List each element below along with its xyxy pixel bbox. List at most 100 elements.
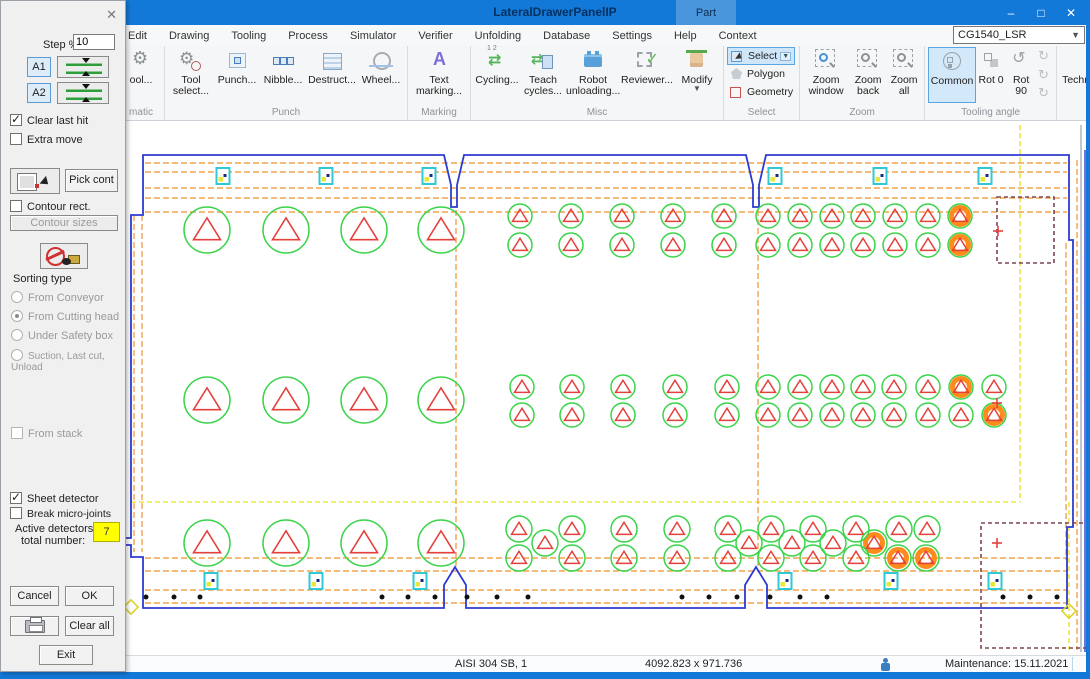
micro-joint-dot[interactable]	[735, 595, 740, 600]
exit-button[interactable]: Exit	[39, 645, 93, 665]
punch-hit-triangle[interactable]	[761, 408, 776, 420]
menu-verifier[interactable]: Verifier	[418, 30, 452, 42]
punch-hit-triangle[interactable]	[892, 522, 907, 534]
close-button[interactable]: ✕	[1056, 0, 1086, 25]
ribbon-button-modify[interactable]: Modify ▼	[674, 47, 720, 92]
punch-hit-large[interactable]	[184, 520, 230, 566]
minimize-button[interactable]: –	[996, 0, 1026, 25]
micro-joint-dot[interactable]	[680, 595, 685, 600]
punch-hit-small[interactable]	[851, 204, 875, 228]
punch-hit-triangle[interactable]	[785, 536, 800, 548]
punch-hit-triangle[interactable]	[513, 238, 528, 250]
punch-hit-triangle[interactable]	[668, 408, 683, 420]
punch-hit-triangle[interactable]	[351, 218, 378, 240]
punch-hit-small[interactable]	[663, 403, 687, 427]
title-bar[interactable]: LateralDrawerPanelIP Part – □ ✕	[0, 0, 1090, 25]
punch-hit-small[interactable]	[788, 204, 812, 228]
menu-help[interactable]: Help	[674, 30, 697, 42]
radio-from-cutting-head[interactable]: From Cutting head	[11, 310, 137, 323]
punch-hit-small[interactable]	[843, 516, 869, 542]
select-mode-button[interactable]: Select ▼	[727, 47, 795, 65]
punch-hit-triangle[interactable]	[826, 536, 841, 548]
micro-joint-dot[interactable]	[768, 595, 773, 600]
punch-hit-small[interactable]	[756, 233, 780, 257]
menu-settings[interactable]: Settings	[612, 30, 652, 42]
micro-joint-dot[interactable]	[526, 595, 531, 600]
a1-button[interactable]: A1	[27, 57, 51, 77]
sheet-detector[interactable]	[423, 168, 436, 184]
punch-hit-small[interactable]	[851, 403, 875, 427]
punch-hit-small[interactable]	[712, 204, 736, 228]
punch-hit-small[interactable]	[820, 403, 844, 427]
punch-hit-triangle[interactable]	[515, 380, 530, 392]
punch-hit-small[interactable]	[756, 204, 780, 228]
print-button[interactable]	[10, 616, 59, 636]
punch-hit-triangle[interactable]	[194, 388, 221, 410]
micro-joint-dot[interactable]	[825, 595, 830, 600]
sheet-detector[interactable]	[874, 168, 887, 184]
punch-hit-small[interactable]	[916, 375, 940, 399]
clear-all-button[interactable]: Clear all	[65, 616, 114, 636]
pick-rectangle-button[interactable]	[10, 168, 60, 194]
micro-joint-dot[interactable]	[144, 595, 149, 600]
punch-hit-small[interactable]	[788, 403, 812, 427]
punch-hit-large[interactable]	[263, 207, 309, 253]
zoom-back-button[interactable]: Zoom back	[849, 47, 887, 97]
punch-hit-large[interactable]	[263, 377, 309, 423]
punch-hit-triangle[interactable]	[565, 408, 580, 420]
part-drawing[interactable]	[0, 122, 1090, 655]
punch-hit-triangle[interactable]	[825, 380, 840, 392]
punch-hit-small[interactable]	[820, 233, 844, 257]
punch-hit-triangle[interactable]	[742, 536, 757, 548]
menu-database[interactable]: Database	[543, 30, 590, 42]
punch-hit-large[interactable]	[184, 377, 230, 423]
checkbox-icon[interactable]	[10, 200, 22, 212]
radio-under-safety-box[interactable]: Under Safety box	[11, 329, 137, 342]
menu-drawing[interactable]: Drawing	[169, 30, 209, 42]
checkbox-checked-icon[interactable]	[10, 114, 22, 126]
punch-hit-triangle[interactable]	[720, 380, 735, 392]
chevron-down-icon[interactable]: ▼	[780, 52, 791, 61]
punch-hit-small[interactable]	[610, 204, 634, 228]
punch-hit-small[interactable]	[949, 403, 973, 427]
punch-hit-small[interactable]	[559, 233, 583, 257]
punch-hit-triangle[interactable]	[761, 238, 776, 250]
checkbox-icon[interactable]	[10, 507, 22, 519]
punch-hit-small[interactable]	[788, 233, 812, 257]
punch-hit-small[interactable]	[559, 516, 585, 542]
step-input[interactable]	[73, 34, 115, 50]
punch-hit-triangle[interactable]	[825, 408, 840, 420]
micro-joint-dot[interactable]	[172, 595, 177, 600]
punch-hit-small[interactable]	[820, 375, 844, 399]
from-stack-checkbox[interactable]: From stack	[11, 427, 137, 440]
micro-joint-dot[interactable]	[1055, 595, 1060, 600]
ribbon-button-text-marking[interactable]: Text marking...	[411, 47, 467, 97]
punch-hit-triangle[interactable]	[616, 408, 631, 420]
cancel-button[interactable]: Cancel	[10, 586, 59, 606]
punch-hit-triangle[interactable]	[793, 380, 808, 392]
sheet-detector[interactable]	[979, 168, 992, 184]
punch-hit-small[interactable]	[756, 403, 780, 427]
punch-hit-triangle[interactable]	[515, 408, 530, 420]
punch-hit-triangle[interactable]	[194, 218, 221, 240]
a2-distribute-button[interactable]	[57, 82, 109, 104]
ribbon-button-robot-unloading[interactable]: Robot unloading...	[566, 47, 620, 97]
micro-joint-dot[interactable]	[1028, 595, 1033, 600]
a1-distribute-button[interactable]	[57, 56, 109, 78]
micro-joint-dot[interactable]	[433, 595, 438, 600]
punch-hit-small[interactable]	[715, 403, 739, 427]
micro-joint-dot[interactable]	[380, 595, 385, 600]
punch-hit-small[interactable]	[882, 375, 906, 399]
sheet-detector[interactable]	[320, 168, 333, 184]
rotate-option-icon[interactable]	[1037, 68, 1052, 83]
punch-hit-triangle[interactable]	[617, 522, 632, 534]
punch-hit-small[interactable]	[886, 516, 912, 542]
extra-move-checkbox[interactable]: Extra move	[10, 133, 136, 146]
punch-hit-large[interactable]	[418, 377, 464, 423]
punch-hit-large[interactable]	[341, 520, 387, 566]
pick-cont-button[interactable]: Pick cont	[65, 169, 118, 192]
punch-hit-small[interactable]	[661, 204, 685, 228]
punch-hit-triangle[interactable]	[987, 380, 1002, 392]
punch-hit-triangle[interactable]	[666, 238, 681, 250]
punch-hit-small[interactable]	[916, 233, 940, 257]
